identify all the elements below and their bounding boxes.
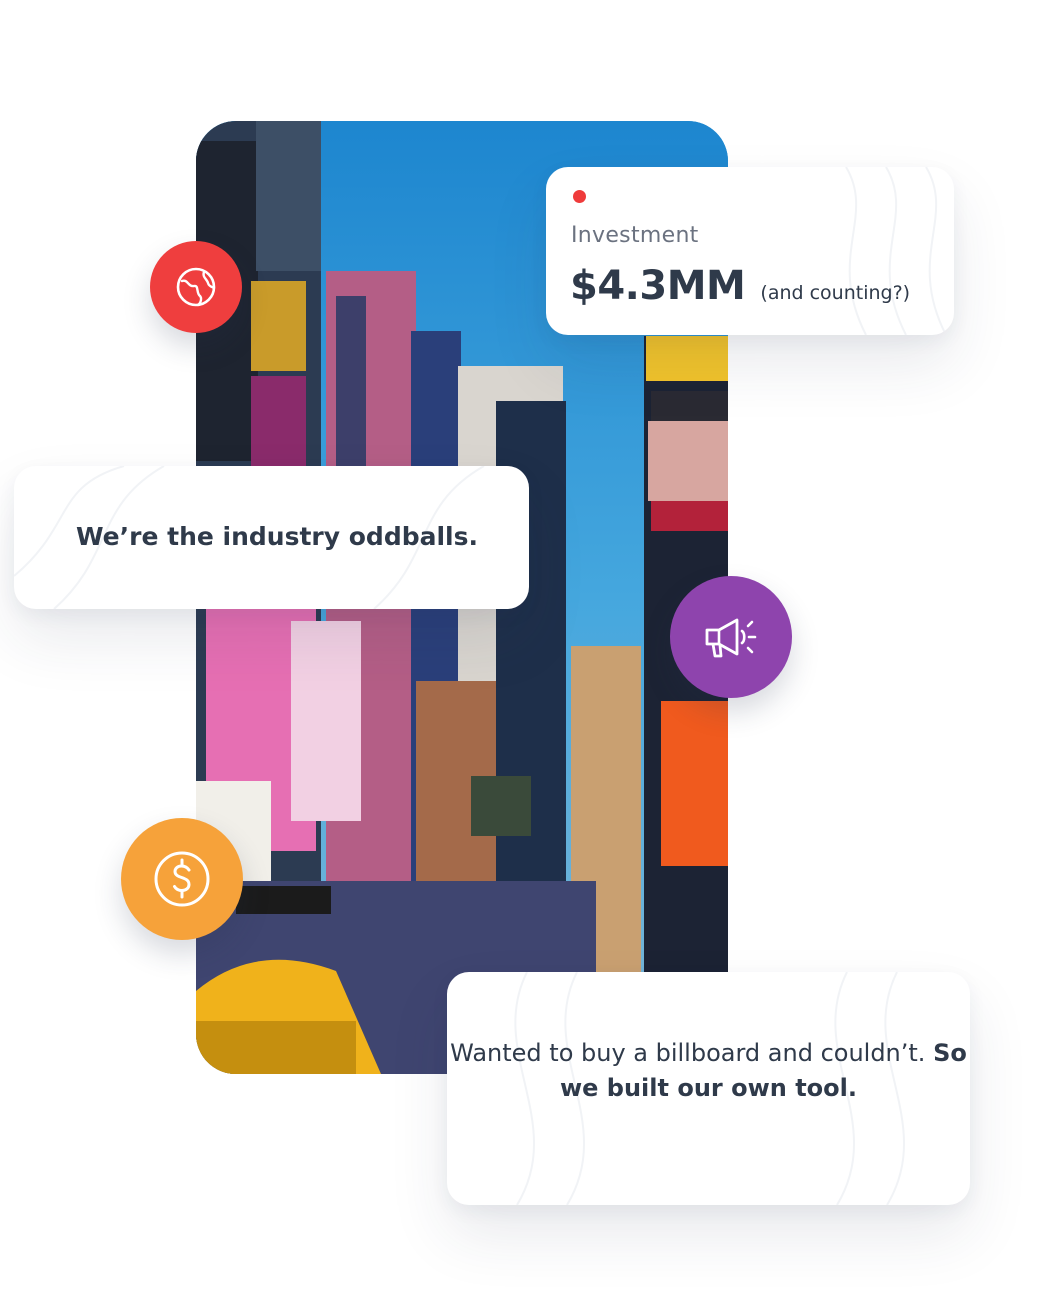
dollar-icon xyxy=(154,851,210,907)
investment-note: (and counting?) xyxy=(760,282,911,304)
status-dot xyxy=(573,190,586,203)
globe-badge xyxy=(150,241,242,333)
investment-label: Investment xyxy=(571,223,699,248)
oddballs-card: We’re the industry oddballs. xyxy=(14,466,529,609)
billboard-text: Wanted to buy a billboard and couldn’t. … xyxy=(447,1036,970,1106)
billboard-text-regular: Wanted to buy a billboard and couldn’t. xyxy=(450,1039,934,1067)
investment-value: $4.3MM xyxy=(570,263,746,309)
dollar-badge xyxy=(121,818,243,940)
megaphone-badge xyxy=(670,576,792,698)
megaphone-icon xyxy=(705,618,757,658)
investment-card: Investment $4.3MM (and counting?) xyxy=(546,167,954,335)
billboard-card: Wanted to buy a billboard and couldn’t. … xyxy=(447,972,970,1205)
oddballs-text: We’re the industry oddballs. xyxy=(76,522,479,551)
globe-icon xyxy=(176,267,216,307)
investment-value-row: $4.3MM (and counting?) xyxy=(570,263,910,309)
